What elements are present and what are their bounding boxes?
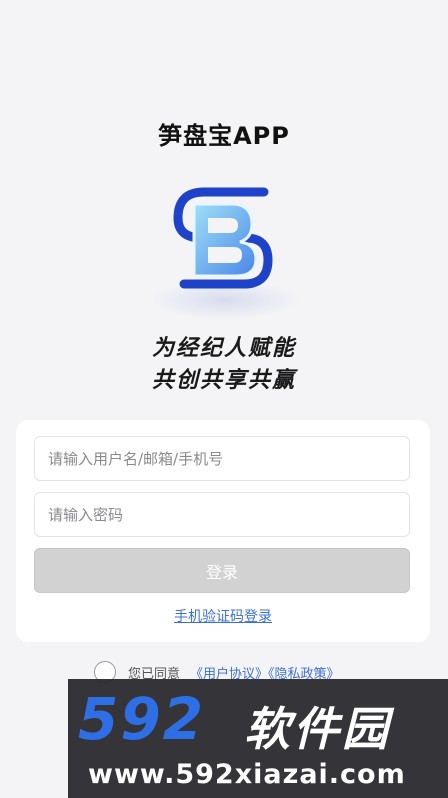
sms-login-link[interactable]: 手机验证码登录	[16, 606, 430, 626]
slogan-line-1: 为经纪人赋能	[151, 336, 296, 361]
slogan-line-2: 共创共享共赢	[151, 368, 296, 393]
watermark-brand: 软件园	[244, 702, 391, 756]
sb-logo-icon	[164, 180, 284, 300]
username-input[interactable]	[48, 449, 409, 468]
watermark-url: www.592xiazai.com	[88, 759, 406, 790]
username-field[interactable]	[34, 436, 410, 481]
watermark-number: 592	[78, 685, 206, 753]
app-title: 笋盘宝APP	[158, 122, 290, 150]
watermark-banner: 592 软件园 www.592xiazai.com	[68, 679, 448, 798]
login-card: 登录 手机验证码登录	[16, 420, 430, 642]
password-input[interactable]	[48, 505, 409, 524]
login-button[interactable]: 登录	[34, 548, 410, 593]
password-field[interactable]	[34, 492, 410, 537]
